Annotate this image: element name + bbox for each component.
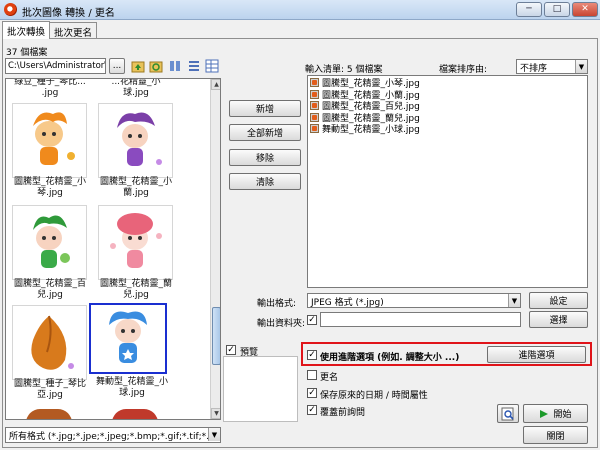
preview-zoom-button[interactable] xyxy=(497,404,519,423)
close-window-button[interactable]: ✕ xyxy=(572,2,598,17)
keep-date-checkbox[interactable]: ✓ xyxy=(307,388,317,398)
tab-batch-convert[interactable]: 批次轉換 xyxy=(2,21,51,39)
thumbnail-item[interactable] xyxy=(98,103,173,178)
orange-flower-elf-icon xyxy=(33,112,75,165)
purple-flower-elf-icon xyxy=(117,112,162,166)
keep-date-label: 保存原來的日期 / 時間屬性 xyxy=(320,391,428,401)
scroll-down-icon[interactable]: ▼ xyxy=(211,408,220,419)
list-item[interactable]: 舞動型_花精靈_小球.jpg xyxy=(310,123,585,135)
magnifier-icon xyxy=(501,407,514,420)
chevron-down-icon[interactable]: ▼ xyxy=(208,428,220,441)
jpg-file-icon xyxy=(310,124,319,134)
add-button[interactable]: 新增 xyxy=(229,100,301,117)
scroll-up-icon[interactable]: ▲ xyxy=(211,79,220,90)
jpg-file-icon xyxy=(310,89,319,99)
chevron-down-icon[interactable]: ▼ xyxy=(575,60,587,73)
thumbnail-scrollbar[interactable]: ▲ ▼ xyxy=(210,79,220,419)
window-title: 批次圖像 轉換 / 更名 xyxy=(22,8,115,19)
rename-checkbox[interactable] xyxy=(307,370,317,380)
partial-thumbnail xyxy=(26,409,72,419)
sort-label: 檔案排序由: xyxy=(439,65,488,75)
thumbnail-item[interactable] xyxy=(12,305,87,380)
thumb-partial-label: 綠豆_種子_琴比... .jpg xyxy=(14,78,86,98)
list-view-icon[interactable] xyxy=(187,59,201,73)
input-file-list[interactable]: 圖騰型_花精靈_小琴.jpg 圖騰型_花精靈_小蘭.jpg 圖騰型_花精靈_百兒… xyxy=(307,75,588,288)
thumbnail-item[interactable] xyxy=(12,103,87,178)
folder-up-icon[interactable] xyxy=(131,59,145,73)
blue-flower-elf-icon xyxy=(109,311,147,363)
choose-folder-button[interactable]: 選擇 xyxy=(529,311,588,328)
input-list-label: 輸入清單: 5 個檔案 xyxy=(305,65,383,75)
thumbnail-label: 圖騰型_花精靈_百 兒.jpg xyxy=(13,279,86,300)
advanced-options-button[interactable]: 進階選項 xyxy=(487,346,586,363)
app-icon xyxy=(4,3,17,16)
green-flower-elf-icon xyxy=(33,215,70,268)
partial-thumbnail xyxy=(112,409,158,419)
jpg-file-icon xyxy=(310,78,319,88)
advanced-options-checkbox[interactable]: ✓ xyxy=(307,350,317,360)
tab-batch-rename[interactable]: 批次更名 xyxy=(49,22,98,39)
add-all-button[interactable]: 全部新增 xyxy=(229,124,301,141)
details-view-icon[interactable] xyxy=(205,59,219,73)
advanced-options-label: 使用進階選項 (例如. 調整大小 ...) xyxy=(320,353,460,363)
preview-checkbox[interactable]: ✓ xyxy=(226,345,236,355)
output-folder-label: 輸出資料夾: xyxy=(257,319,306,329)
remove-button[interactable]: 移除 xyxy=(229,149,301,166)
maximize-button[interactable]: □ xyxy=(544,2,570,17)
path-field[interactable]: C:\Users\Administrator\De xyxy=(5,58,106,74)
output-folder-checkbox[interactable]: ✓ xyxy=(307,315,317,325)
seed-icon xyxy=(31,315,74,370)
browse-path-button[interactable]: ... xyxy=(109,58,125,74)
play-icon xyxy=(540,409,549,418)
start-button[interactable]: 開始 xyxy=(523,404,588,423)
overwrite-prompt-label: 覆蓋前詢問 xyxy=(320,408,366,418)
overwrite-prompt-checkbox[interactable]: ✓ xyxy=(307,405,317,415)
output-format-select[interactable]: JPEG 格式 (*.jpg) ▼ xyxy=(307,293,521,308)
thumb-partial-label: ...花精靈_小 球.jpg xyxy=(111,78,161,98)
thumbnail-item[interactable] xyxy=(12,205,87,280)
scroll-thumb[interactable] xyxy=(212,307,220,365)
output-format-label: 輸出格式: xyxy=(257,299,297,309)
rename-label: 更名 xyxy=(320,373,339,383)
settings-button[interactable]: 設定 xyxy=(529,292,588,309)
thumbnail-label: 舞動型_花精靈_小 球.jpg xyxy=(95,377,168,398)
thumbnail-view-icon[interactable] xyxy=(168,59,182,73)
minimize-button[interactable]: ─ xyxy=(516,2,542,17)
thumbnail-label: 圖騰型_花精靈_小 蘭.jpg xyxy=(99,177,172,198)
format-filter-select[interactable]: 所有格式 (*.jpg;*.jpe;*.jpeg;*.bmp;*.gif;*.t… xyxy=(5,427,221,443)
thumbnail-item[interactable] xyxy=(98,205,173,280)
clear-button[interactable]: 清除 xyxy=(229,173,301,190)
thumbnail-label: 圖騰型_花精靈_蘭 兒.jpg xyxy=(99,279,172,300)
file-count: 37 個檔案 xyxy=(6,48,48,58)
thumbnail-item-selected[interactable] xyxy=(89,303,167,374)
pink-flower-elf-icon xyxy=(110,213,162,268)
thumbnail-panel[interactable]: 綠豆_種子_琴比... .jpg ...花精靈_小 球.jpg 圖騰型_花精靈_小琴… xyxy=(5,78,221,420)
thumbnail-label: 圖騰型_花精靈_小 琴.jpg xyxy=(13,177,86,198)
output-folder-input[interactable] xyxy=(320,312,521,327)
refresh-folder-icon[interactable] xyxy=(149,59,163,73)
jpg-file-icon xyxy=(310,101,319,111)
chevron-down-icon[interactable]: ▼ xyxy=(508,294,520,307)
jpg-file-icon xyxy=(310,112,319,122)
thumbnail-label: 圖騰型_種子_琴比 亞.jpg xyxy=(13,379,86,400)
close-button[interactable]: 關閉 xyxy=(523,426,588,444)
sort-select[interactable]: 不排序 ▼ xyxy=(516,59,588,74)
preview-area xyxy=(223,356,298,422)
